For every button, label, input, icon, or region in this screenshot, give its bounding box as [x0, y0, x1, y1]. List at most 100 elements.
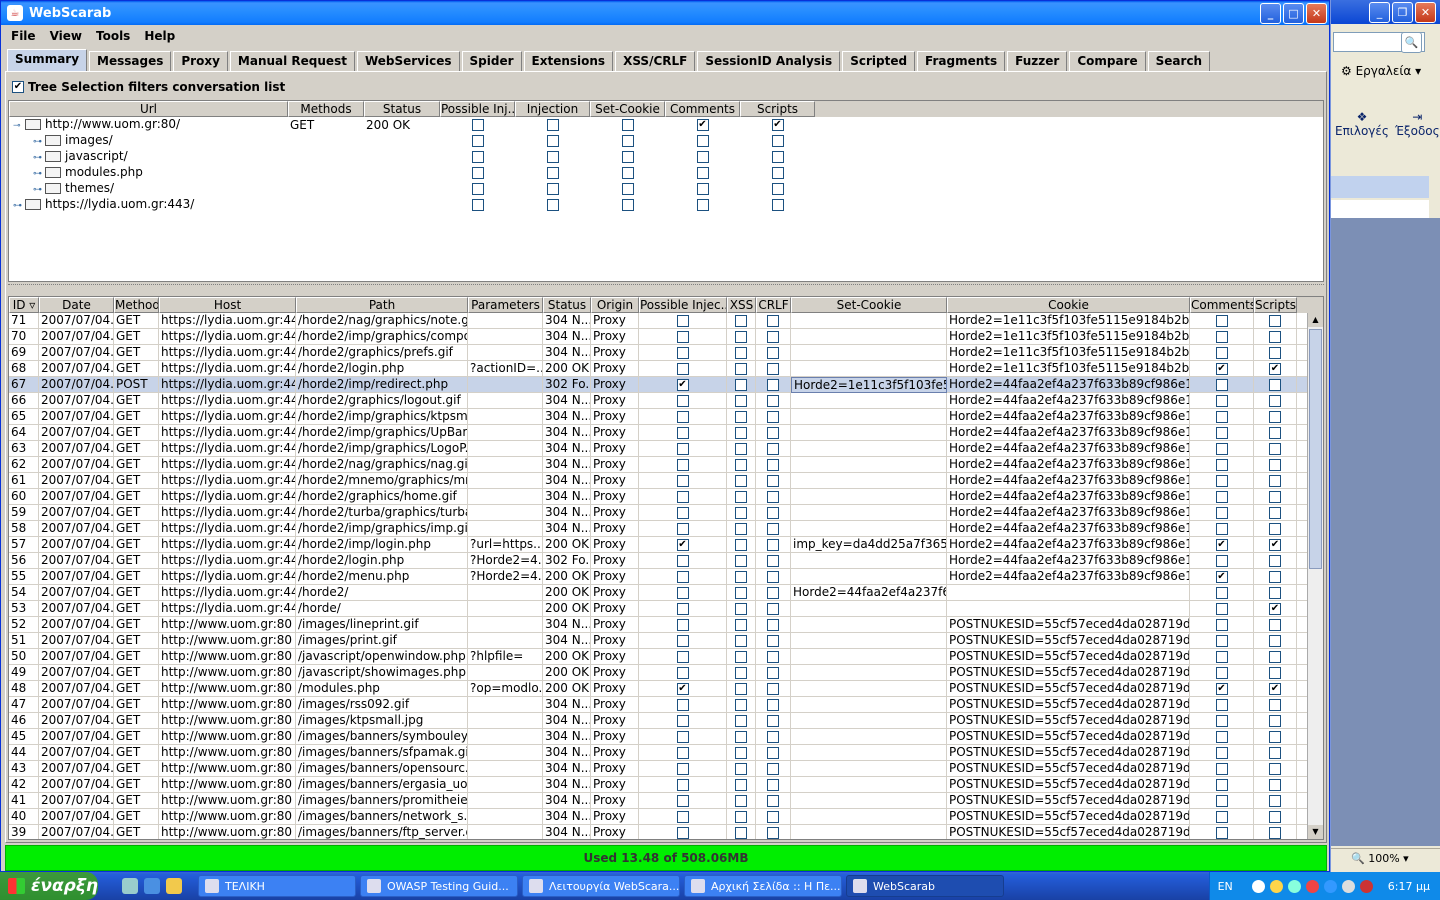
- conversation-row[interactable]: 53 2007/07/04... GET https://lydia.uom.gr:4…: [9, 600, 1323, 617]
- menu-view[interactable]: View: [44, 29, 88, 43]
- crlf-checkbox[interactable]: [767, 554, 779, 567]
- crlf-checkbox[interactable]: [767, 490, 779, 503]
- conversation-row[interactable]: 57 2007/07/04... GET https://lydia.uom.gr:4…: [9, 536, 1323, 553]
- xss-checkbox[interactable]: [735, 618, 747, 631]
- scripts-checkbox[interactable]: [1269, 330, 1281, 343]
- flag-checkbox[interactable]: [771, 199, 784, 211]
- xss-checkbox[interactable]: [735, 794, 747, 807]
- crlf-checkbox[interactable]: [767, 778, 779, 791]
- crlf-checkbox[interactable]: [767, 602, 779, 615]
- show-desktop-icon[interactable]: [122, 878, 138, 894]
- scripts-checkbox[interactable]: [1269, 570, 1281, 583]
- tree-column-header[interactable]: Status: [364, 101, 440, 117]
- comments-checkbox[interactable]: [1215, 634, 1228, 647]
- crlf-checkbox[interactable]: [767, 618, 779, 631]
- conversation-column-header[interactable]: Status: [543, 297, 591, 313]
- conversation-row[interactable]: 69 2007/07/04... GET https://lydia.uom.gr:4…: [9, 344, 1323, 361]
- xss-checkbox[interactable]: [735, 698, 747, 711]
- flag-checkbox[interactable]: [471, 167, 484, 179]
- taskbar-button[interactable]: Αρχική Σελίδα :: Η Πε...: [684, 875, 842, 897]
- tools-menu[interactable]: ⚙ Εργαλεία ▾: [1341, 64, 1421, 78]
- conversation-column-header[interactable]: Scripts: [1254, 297, 1297, 313]
- comments-checkbox[interactable]: [1215, 602, 1228, 615]
- scripts-checkbox[interactable]: [1269, 474, 1281, 487]
- conversation-row[interactable]: 49 2007/07/04... GET http://www.uom.gr:80/j…: [9, 664, 1323, 681]
- crlf-checkbox[interactable]: [767, 378, 779, 391]
- conversation-row[interactable]: 40 2007/07/04... GET http://www.uom.gr:80/i…: [9, 808, 1323, 825]
- pi-checkbox[interactable]: [676, 346, 689, 359]
- scripts-checkbox[interactable]: [1269, 826, 1281, 839]
- comments-checkbox[interactable]: [1215, 394, 1228, 407]
- scripts-checkbox[interactable]: [1269, 586, 1281, 599]
- comments-checkbox[interactable]: [1215, 346, 1228, 359]
- flag-checkbox[interactable]: [696, 167, 709, 179]
- conversation-row[interactable]: 64 2007/07/04... GET https://lydia.uom.gr:4…: [9, 424, 1323, 441]
- pi-checkbox[interactable]: [676, 362, 689, 375]
- flag-checkbox[interactable]: [546, 135, 559, 147]
- scripts-checkbox[interactable]: [1269, 394, 1281, 407]
- tree-filter-checkbox[interactable]: [12, 81, 24, 93]
- pi-checkbox[interactable]: [676, 458, 689, 471]
- tab-fragments[interactable]: Fragments: [917, 51, 1006, 71]
- comments-checkbox[interactable]: [1215, 810, 1228, 823]
- crlf-checkbox[interactable]: [767, 714, 779, 727]
- flag-checkbox[interactable]: [471, 183, 484, 195]
- pi-checkbox[interactable]: [676, 666, 689, 679]
- crlf-checkbox[interactable]: [767, 570, 779, 583]
- scripts-checkbox[interactable]: [1269, 602, 1281, 615]
- conversation-row[interactable]: 61 2007/07/04... GET https://lydia.uom.gr:4…: [9, 472, 1323, 489]
- xss-checkbox[interactable]: [735, 650, 747, 663]
- conversation-row[interactable]: 56 2007/07/04... GET https://lydia.uom.gr:4…: [9, 552, 1323, 569]
- internet-explorer-icon[interactable]: [144, 878, 160, 894]
- flag-checkbox[interactable]: [546, 119, 559, 131]
- conversation-row[interactable]: 66 2007/07/04... GET https://lydia.uom.gr:4…: [9, 392, 1323, 409]
- tab-scripted[interactable]: Scripted: [842, 51, 916, 71]
- flag-checkbox[interactable]: [696, 183, 709, 195]
- conversation-row[interactable]: 41 2007/07/04... GET http://www.uom.gr:80/i…: [9, 792, 1323, 809]
- conversation-row[interactable]: 46 2007/07/04... GET http://www.uom.gr:80/i…: [9, 712, 1323, 729]
- scripts-checkbox[interactable]: [1269, 666, 1281, 679]
- comments-checkbox[interactable]: [1215, 554, 1228, 567]
- pi-checkbox[interactable]: [676, 618, 689, 631]
- tab-compare[interactable]: Compare: [1069, 51, 1146, 71]
- network-icon[interactable]: [1287, 879, 1301, 893]
- xss-checkbox[interactable]: [735, 474, 747, 487]
- xss-checkbox[interactable]: [735, 330, 747, 343]
- xss-checkbox[interactable]: [735, 314, 747, 327]
- menu-tools[interactable]: Tools: [90, 29, 136, 43]
- conversation-column-header[interactable]: Origin: [591, 297, 639, 313]
- crlf-checkbox[interactable]: [767, 730, 779, 743]
- volume-icon[interactable]: [1341, 879, 1355, 893]
- comments-checkbox[interactable]: [1215, 378, 1228, 391]
- pi-checkbox[interactable]: [676, 474, 689, 487]
- options-button[interactable]: ❖ Επιλογές: [1335, 110, 1389, 144]
- crlf-checkbox[interactable]: [767, 826, 779, 839]
- xss-checkbox[interactable]: [735, 458, 747, 471]
- flag-checkbox[interactable]: [471, 151, 484, 163]
- flag-checkbox[interactable]: [546, 199, 559, 211]
- scripts-checkbox[interactable]: [1269, 538, 1281, 551]
- comments-checkbox[interactable]: [1215, 698, 1228, 711]
- close-icon[interactable]: ✕: [1306, 2, 1327, 24]
- tab-manual-request[interactable]: Manual Request: [229, 51, 355, 71]
- flag-checkbox[interactable]: [621, 119, 634, 131]
- crlf-checkbox[interactable]: [767, 650, 779, 663]
- crlf-checkbox[interactable]: [767, 586, 779, 599]
- comments-checkbox[interactable]: [1215, 714, 1228, 727]
- crlf-checkbox[interactable]: [767, 682, 779, 695]
- pi-checkbox[interactable]: [676, 714, 689, 727]
- comments-checkbox[interactable]: [1215, 426, 1228, 439]
- tab-summary[interactable]: Summary: [7, 49, 88, 71]
- pi-checkbox[interactable]: [676, 826, 689, 839]
- comments-checkbox[interactable]: [1215, 650, 1228, 663]
- taskbar-button[interactable]: OWASP Testing Guid...: [360, 875, 518, 897]
- scripts-checkbox[interactable]: [1269, 314, 1281, 327]
- tray-arrow-icon[interactable]: [1251, 879, 1265, 893]
- pi-checkbox[interactable]: [676, 314, 689, 327]
- comments-checkbox[interactable]: [1215, 778, 1228, 791]
- scripts-checkbox[interactable]: [1269, 682, 1281, 695]
- xss-checkbox[interactable]: [735, 730, 747, 743]
- scripts-checkbox[interactable]: [1269, 554, 1281, 567]
- comments-checkbox[interactable]: [1215, 522, 1228, 535]
- conversation-row[interactable]: 62 2007/07/04... GET https://lydia.uom.gr:4…: [9, 456, 1323, 473]
